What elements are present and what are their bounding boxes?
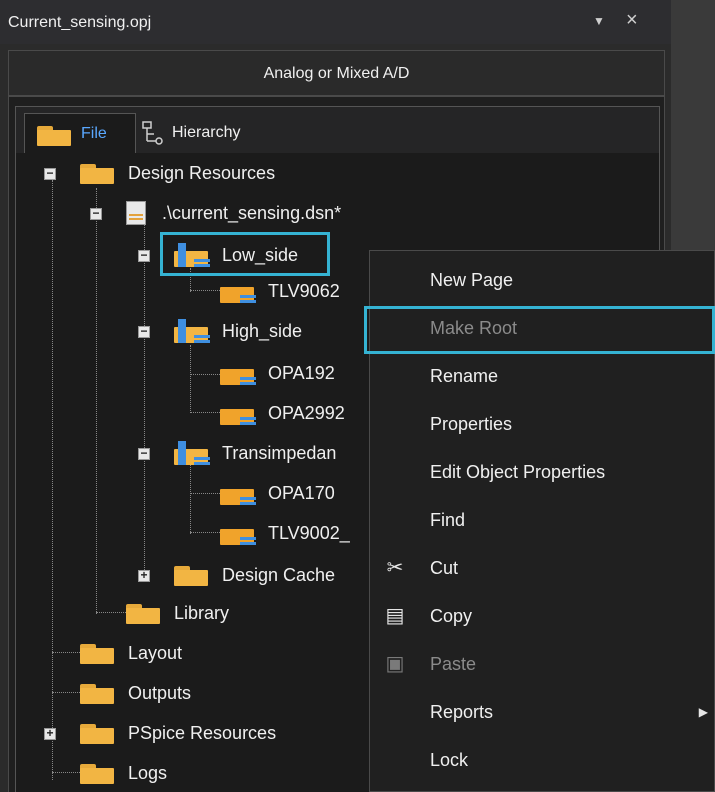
menu-item-label: Copy [430,606,473,626]
menu-item-properties[interactable]: Properties [370,400,715,448]
collapse-icon[interactable]: − [138,249,150,262]
menu-item-cut[interactable]: ✂ Cut [370,544,715,592]
schematic-folder-icon [174,319,210,343]
page-icon [220,363,256,385]
menu-item-rename[interactable]: Rename [370,352,715,400]
menu-item-label: Lock [430,750,469,770]
folder-icon [126,602,162,624]
collapse-icon[interactable]: − [138,325,150,338]
paste-icon: ▣ [385,653,405,675]
tree-label: Transimpedan [222,443,337,463]
menu-item-label: Find [430,510,466,530]
tab-hierarchy[interactable]: Hierarchy [136,113,316,153]
mode-label: Analog or Mixed A/D [9,51,664,97]
schematic-file-icon [126,201,146,225]
page-icon [220,281,256,303]
menu-item-lock[interactable]: Lock [370,736,715,784]
folder-icon [80,682,116,704]
make-root-highlight [364,306,715,354]
folder-icon [80,162,116,184]
scissors-icon: ✂ [386,557,404,579]
expand-icon[interactable]: + [138,569,150,582]
copy-icon: ▤ [385,605,405,627]
page-icon [220,483,256,505]
page-icon [220,523,256,545]
hierarchy-icon [142,121,163,145]
menu-item-label: Cut [430,558,459,578]
tab-file[interactable]: File [24,113,136,153]
submenu-arrow-icon: ▶ [698,705,708,719]
menu-item-label: New Page [430,270,514,290]
menu-item-label: Paste [430,654,477,674]
tree-label: Logs [128,763,168,783]
title-bar: Current_sensing.opj ▼ × [0,0,671,44]
menu-item-reports[interactable]: Reports ▶ [370,688,715,736]
tree-label: OPA170 [268,483,335,503]
tab-hierarchy-label: Hierarchy [172,124,241,141]
tree-label: Outputs [128,683,192,703]
tree-label: Design Cache [222,565,336,585]
tree-label: Layout [128,643,183,663]
folder-icon [80,762,116,784]
menu-item-new-page[interactable]: New Page [370,256,715,304]
page-icon [220,403,256,425]
menu-item-label: Properties [430,414,513,434]
schematic-folder-icon [174,441,210,465]
tree-label: High_side [222,321,303,341]
tree-label: Design Resources [128,163,276,183]
menu-item-edit-object-properties[interactable]: Edit Object Properties [370,448,715,496]
window-title: Current_sensing.opj [8,14,152,31]
menu-item-copy[interactable]: ▤ Copy [370,592,715,640]
tree-label: PSpice Resources [128,723,277,743]
tree-label: TLV9002_ [268,523,350,543]
close-icon[interactable]: × [626,10,638,30]
menu-item-label: Edit Object Properties [430,462,606,482]
menu-item-label: Rename [430,366,499,386]
tree-label: .\current_sensing.dsn* [162,203,342,223]
folder-icon [37,124,73,146]
tree-label: TLV9062 [268,281,340,301]
menu-item-paste[interactable]: ▣ Paste [370,640,715,688]
collapse-icon[interactable]: − [44,167,56,180]
folder-icon [80,642,116,664]
tab-bar: File Hierarchy [16,107,659,153]
selection-highlight [160,232,330,276]
collapse-icon[interactable]: − [138,447,150,460]
tree-label: OPA2992 [268,403,345,423]
expand-icon[interactable]: + [44,727,56,740]
dropdown-arrow-icon[interactable]: ▼ [593,14,605,28]
tree-label: Library [174,603,230,623]
tree-label: OPA192 [268,363,335,383]
folder-icon [80,722,116,744]
menu-item-label: Reports [430,702,494,722]
menu-item-find[interactable]: Find [370,496,715,544]
collapse-icon[interactable]: − [90,207,102,220]
tab-file-label: File [81,125,107,142]
folder-icon [174,564,210,586]
